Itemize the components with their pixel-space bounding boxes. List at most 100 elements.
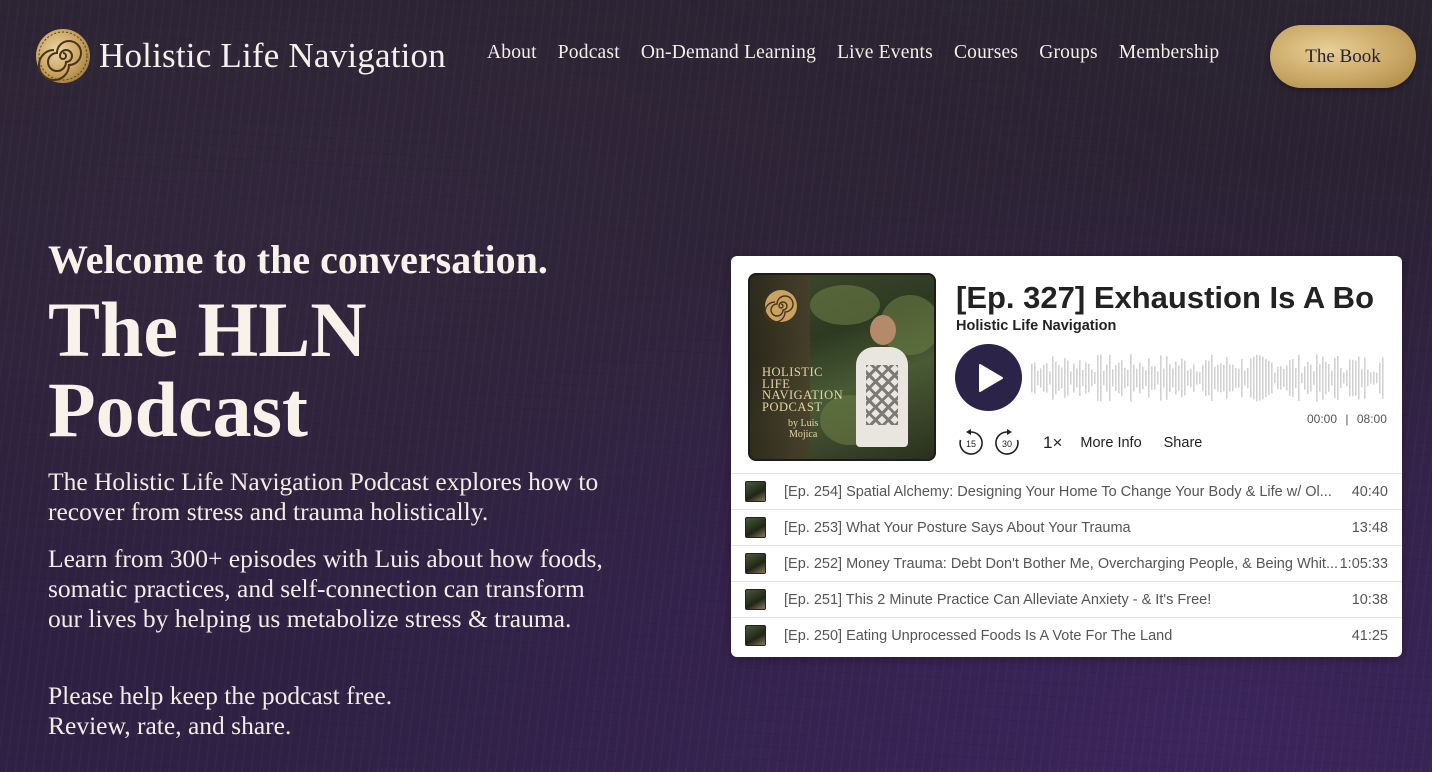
waveform-bar <box>1223 364 1225 392</box>
waveform-bar <box>1250 358 1252 398</box>
nav-live-events[interactable]: Live Events <box>837 42 933 64</box>
waveform-bar <box>1379 362 1381 394</box>
episode-row[interactable]: [Ep. 251] This 2 Minute Practice Can All… <box>731 581 1402 617</box>
waveform-bar <box>1034 362 1036 394</box>
episode-thumbnail <box>745 589 766 610</box>
skip-back-15-icon[interactable]: 15 <box>957 429 985 457</box>
waveform-bar <box>1331 370 1333 386</box>
nav-courses[interactable]: Courses <box>954 42 1018 64</box>
waveform-bar <box>1325 361 1327 395</box>
waveform-bar <box>1100 354 1102 402</box>
support-line-1: Please help keep the podcast free. <box>48 681 393 710</box>
svg-text:15: 15 <box>966 439 976 449</box>
waveform-bar <box>1118 362 1120 394</box>
svg-text:30: 30 <box>1002 439 1012 449</box>
episode-row[interactable]: [Ep. 253] What Your Posture Says About Y… <box>731 509 1402 545</box>
waveform-bar <box>1289 359 1291 397</box>
waveform-bar <box>1160 355 1162 401</box>
episode-title: [Ep. 327] Exhaustion Is A Bo <box>956 280 1375 315</box>
episode-row-duration: 10:38 <box>1351 592 1388 608</box>
waveform-bar <box>1277 366 1279 390</box>
waveform-bar <box>1127 369 1129 387</box>
nav-groups[interactable]: Groups <box>1039 42 1098 64</box>
waveform-bar <box>1268 360 1270 396</box>
waveform-bar <box>1244 370 1246 386</box>
episode-row-duration: 41:25 <box>1351 628 1388 644</box>
waveform-bar <box>1079 360 1081 396</box>
waveform-bar <box>1217 364 1219 392</box>
waveform-bar <box>1229 364 1231 392</box>
time-separator: | <box>1345 412 1349 426</box>
waveform-bar <box>1271 362 1273 394</box>
waveform-bar <box>1196 371 1198 385</box>
waveform-bar <box>1142 366 1144 390</box>
episode-row-title: [Ep. 253] What Your Posture Says About Y… <box>784 520 1131 536</box>
episode-row[interactable]: [Ep. 252] Money Trauma: Debt Don't Bothe… <box>731 545 1402 581</box>
waveform-bar <box>1124 367 1126 389</box>
episode-row-duration: 1:05:33 <box>1339 556 1388 572</box>
brand[interactable]: Holistic Life Navigation <box>35 28 446 84</box>
episode-row-duration: 13:48 <box>1351 520 1388 536</box>
waveform-bar <box>1121 360 1123 396</box>
play-button[interactable] <box>955 344 1022 411</box>
nav-podcast[interactable]: Podcast <box>558 42 620 64</box>
audio-waveform[interactable] <box>1031 352 1385 404</box>
episode-thumbnail <box>745 625 766 646</box>
play-icon <box>979 364 1003 392</box>
waveform-bar <box>1097 355 1099 401</box>
time-current: 00:00 <box>1307 412 1338 426</box>
waveform-bar <box>1352 359 1354 397</box>
learn-paragraph: Learn from 300+ episodes with Luis about… <box>48 544 603 633</box>
share-link[interactable]: Share <box>1164 435 1203 451</box>
page-title: The HLN Podcast <box>48 290 608 450</box>
waveform-bar <box>1265 358 1267 398</box>
waveform-bar <box>1328 364 1330 392</box>
title-line-2: Podcast <box>48 366 308 453</box>
skip-forward-30-icon[interactable]: 30 <box>993 429 1021 457</box>
waveform-bar <box>1067 360 1069 396</box>
nav-on-demand-learning[interactable]: On-Demand Learning <box>641 42 816 64</box>
waveform-bar <box>1313 371 1315 385</box>
waveform-bar <box>1154 366 1156 390</box>
waveform-bar <box>1130 354 1132 402</box>
waveform-bar <box>1187 370 1189 386</box>
waveform-bar <box>1088 363 1090 393</box>
episode-row[interactable]: [Ep. 254] Spatial Alchemy: Designing You… <box>731 473 1402 509</box>
waveform-bar <box>1103 370 1105 386</box>
waveform-bar <box>1112 369 1114 387</box>
waveform-bar <box>1373 371 1375 385</box>
waveform-bar <box>1064 358 1066 398</box>
episode-row-duration: 40:40 <box>1351 484 1388 500</box>
waveform-bar <box>1361 368 1363 388</box>
episode-list: [Ep. 254] Spatial Alchemy: Designing You… <box>731 473 1402 653</box>
waveform-bar <box>1310 364 1312 392</box>
waveform-bar <box>1085 362 1087 394</box>
waveform-bar <box>1043 364 1045 392</box>
waveform-bar <box>1151 366 1153 390</box>
cover-title: Holistic Life Navigation Podcast <box>762 365 844 414</box>
waveform-bar <box>1049 371 1051 385</box>
waveform-bar <box>1193 364 1195 392</box>
nav-about[interactable]: About <box>487 42 537 64</box>
intro-paragraph: The Holistic Life Navigation Podcast exp… <box>48 467 599 526</box>
waveform-bar <box>1304 366 1306 390</box>
playback-speed[interactable]: 1× <box>1043 433 1062 453</box>
spiral-logo-icon <box>36 29 90 83</box>
show-name[interactable]: Holistic Life Navigation <box>956 318 1116 334</box>
waveform-bar <box>1205 360 1207 396</box>
episode-row[interactable]: [Ep. 250] Eating Unprocessed Foods Is A … <box>731 617 1402 653</box>
waveform-bar <box>1163 368 1165 388</box>
waveform-bar <box>1031 363 1033 393</box>
nav-membership[interactable]: Membership <box>1119 42 1220 64</box>
waveform-bar <box>1262 356 1264 400</box>
waveform-bar <box>1208 360 1210 396</box>
waveform-bar <box>1052 356 1054 400</box>
episode-row-title: [Ep. 251] This 2 Minute Practice Can All… <box>784 592 1212 608</box>
waveform-bar <box>1061 367 1063 389</box>
waveform-bar <box>1172 368 1174 388</box>
waveform-bar <box>1145 370 1147 386</box>
more-info-link[interactable]: More Info <box>1080 435 1141 451</box>
brand-name: Holistic Life Navigation <box>99 36 446 75</box>
waveform-bar <box>1322 356 1324 400</box>
the-book-button[interactable]: The Book <box>1270 25 1416 88</box>
